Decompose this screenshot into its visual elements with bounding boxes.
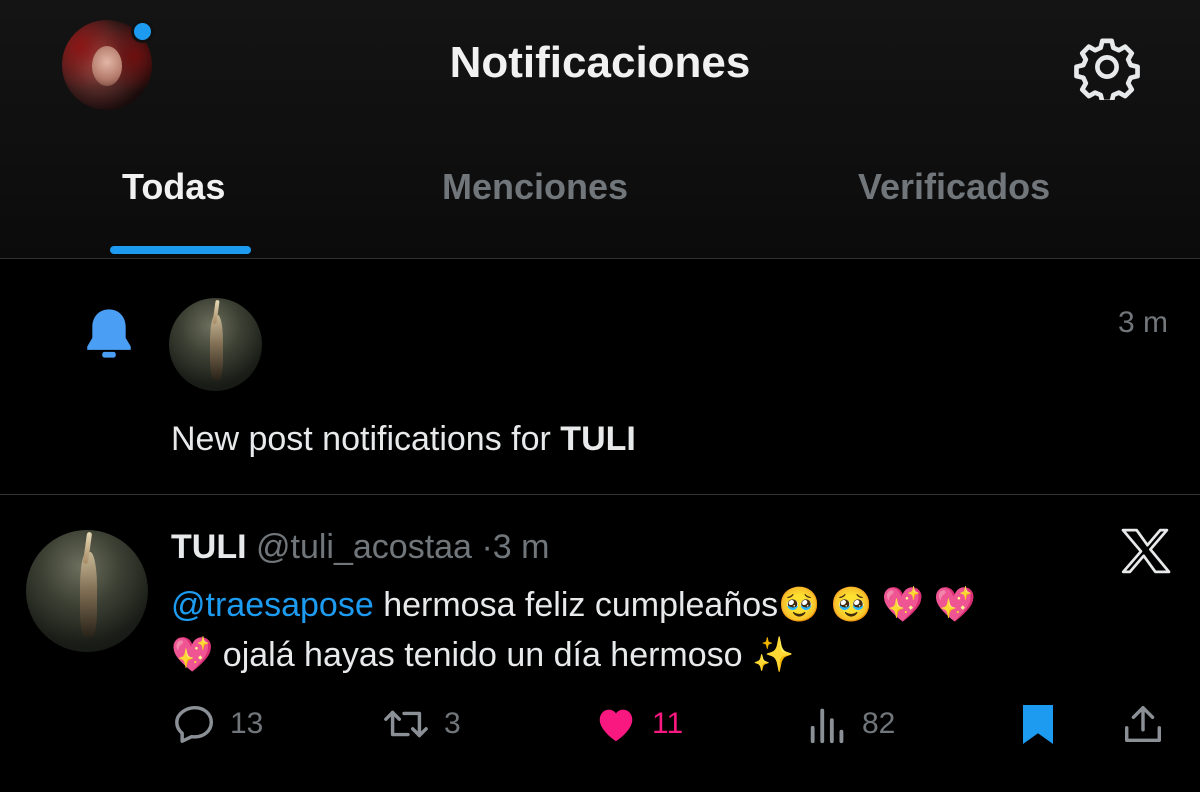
post-text-line2: 💖 ojalá hayas tenido un día hermoso ✨: [171, 636, 795, 674]
header: Notificaciones Todas Menciones Verificad…: [0, 0, 1200, 259]
reply-icon: [175, 705, 214, 743]
repost-count: 3: [444, 707, 461, 740]
post-header: TULI @tuli_acostaa ·3 m: [171, 528, 549, 567]
share-button[interactable]: [1120, 700, 1166, 748]
avatar-tuli-small[interactable]: [169, 298, 262, 391]
heart-icon: [599, 709, 633, 742]
like-count: 11: [652, 707, 684, 740]
reply-button[interactable]: 13: [172, 700, 263, 748]
views-icon: [810, 708, 844, 744]
notification-row[interactable]: [0, 262, 1200, 495]
bell-icon: [87, 309, 131, 358]
notification-text-name: TULI: [560, 420, 636, 458]
avatar-figure: [209, 314, 223, 380]
tab-todas[interactable]: Todas: [122, 166, 225, 208]
post-text-line1: hermosa feliz cumpleaños🥹 🥹 💖 💖: [373, 586, 976, 624]
post-text: @traesapose hermosa feliz cumpleaños🥹 🥹 …: [171, 580, 1161, 680]
settings-button[interactable]: [1074, 34, 1140, 105]
post-author-name[interactable]: TULI: [171, 528, 247, 566]
x-logo-icon: [1121, 528, 1171, 574]
like-button[interactable]: 11: [592, 700, 683, 748]
notification-text-prefix: New post notifications for: [171, 420, 561, 458]
page-title: Notificaciones: [449, 38, 751, 87]
post-separator: ·: [481, 528, 493, 566]
share-icon: [1124, 705, 1162, 743]
active-tab-indicator: [110, 246, 251, 254]
post-mention[interactable]: @traesapose: [171, 586, 374, 624]
bookmark-icon: [1023, 705, 1053, 744]
gear-icon: [1074, 38, 1140, 105]
repost-button[interactable]: 3: [380, 700, 461, 748]
reply-count: 13: [230, 707, 264, 740]
post-author-handle[interactable]: @tuli_acostaa: [256, 528, 472, 566]
avatar-figure: [79, 551, 97, 638]
bookmark-button[interactable]: [1016, 700, 1060, 748]
tab-verificados[interactable]: Verificados: [858, 166, 1050, 208]
notification-time: 3 m: [1117, 306, 1168, 339]
tab-menciones[interactable]: Menciones: [442, 166, 628, 208]
views-count: 82: [862, 707, 896, 740]
notification-text[interactable]: New post notifications for TULI: [171, 420, 636, 459]
avatar-tuli[interactable]: [26, 530, 148, 652]
views-button[interactable]: 82: [806, 700, 895, 748]
repost-icon: [384, 710, 428, 738]
post-time: 3 m: [492, 528, 550, 566]
